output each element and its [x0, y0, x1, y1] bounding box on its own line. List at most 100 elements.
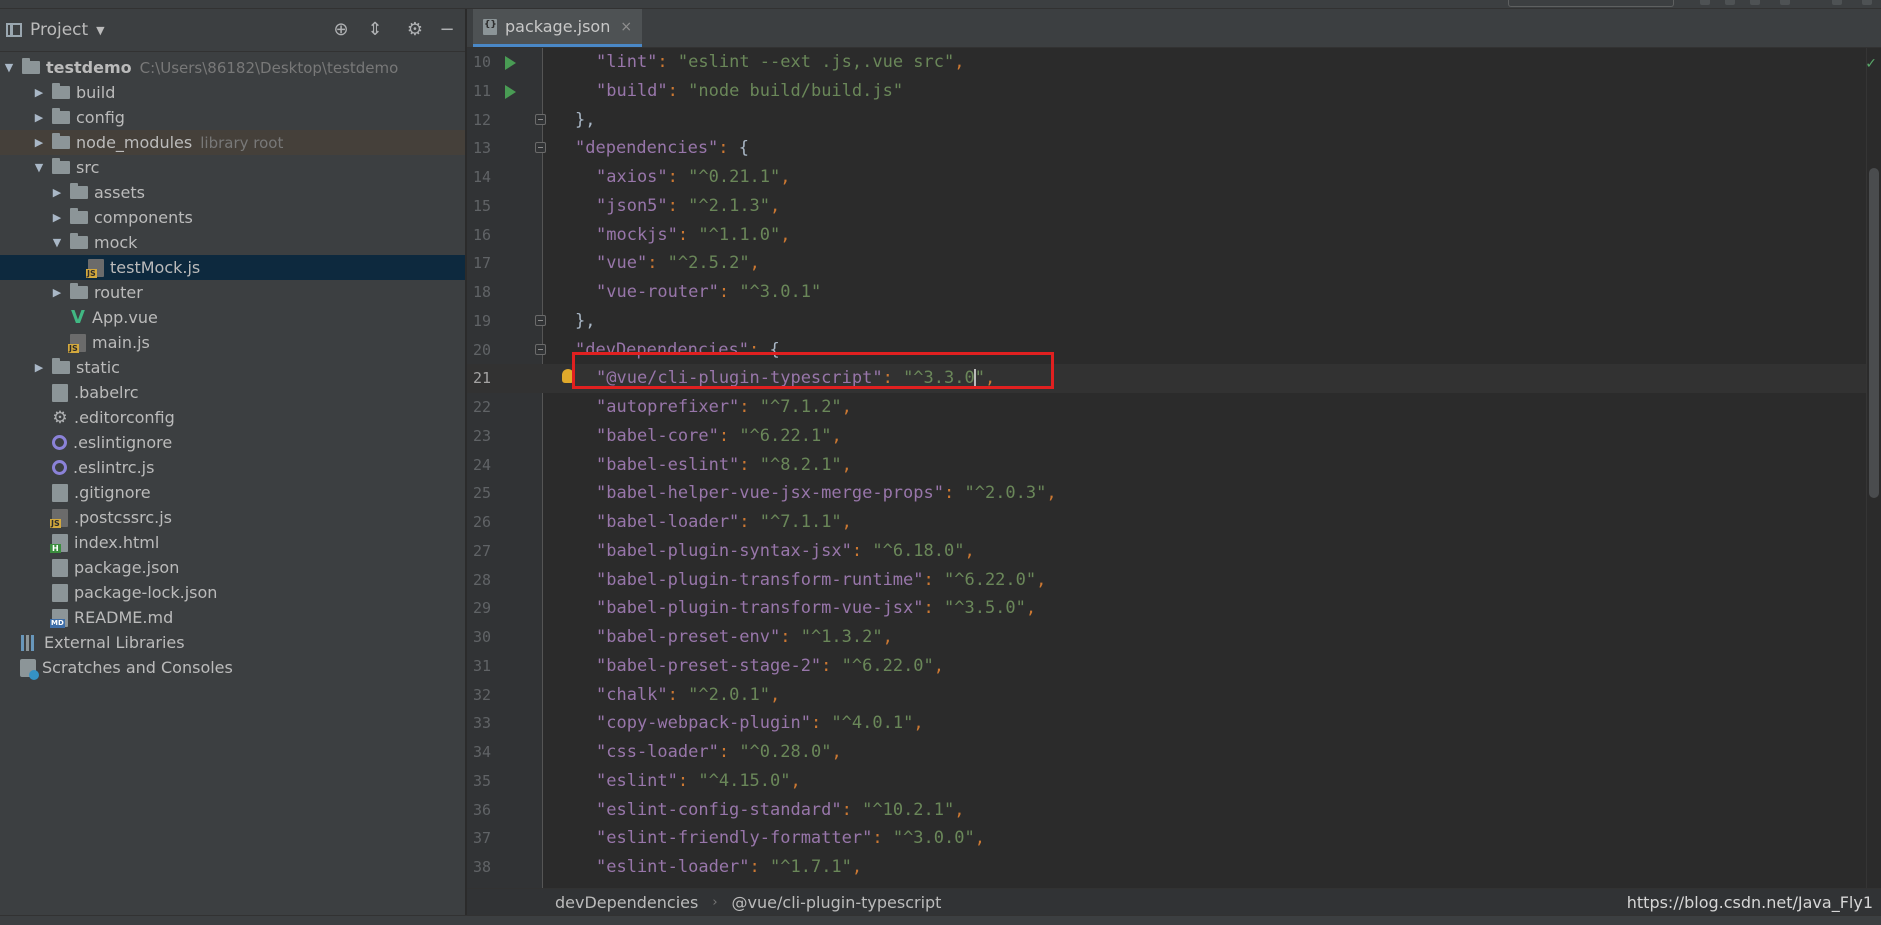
debug-icon[interactable] [1725, 0, 1735, 5]
line-number: 22 [472, 398, 491, 416]
code-line[interactable]: 19}, [467, 307, 1881, 336]
run-script-icon[interactable] [505, 56, 516, 70]
code-line[interactable]: 26 "babel-loader": "^7.1.1", [467, 508, 1881, 537]
code-line[interactable]: 24 "babel-eslint": "^8.2.1", [467, 451, 1881, 480]
tree-item[interactable]: ▶ router [0, 280, 465, 305]
tree-item[interactable]: ▶VApp.vue [0, 305, 465, 330]
breadcrumb-item[interactable]: devDependencies [555, 893, 698, 912]
code-line[interactable]: 36 "eslint-config-standard": "^10.2.1", [467, 796, 1881, 825]
tree-item-label: index.html [74, 533, 160, 552]
add-configuration-button[interactable] [1508, 0, 1674, 7]
json-key: "vue-router" [596, 282, 719, 302]
colon: : [780, 627, 801, 647]
eslint-file-icon [52, 435, 67, 450]
chevron-right-icon[interactable]: ▶ [32, 136, 46, 149]
js-file-icon [50, 508, 68, 528]
code-line[interactable]: 35 "eslint": "^4.15.0", [467, 767, 1881, 796]
tree-item[interactable]: ▶index.html [0, 530, 465, 555]
tree-item[interactable]: ▶testMock.js [0, 255, 465, 280]
tree-item[interactable]: ▼ mock [0, 230, 465, 255]
locate-icon[interactable]: ⊕ [330, 19, 352, 41]
fold-icon[interactable] [535, 142, 546, 154]
tab-package-json[interactable]: package.json × [473, 9, 643, 47]
close-icon[interactable]: × [620, 19, 632, 35]
tree-item[interactable]: ▼ testdemo C:\Users\86182\Desktop\testdemo [0, 55, 465, 80]
tree-item[interactable]: ▶⚙.editorconfig [0, 405, 465, 430]
colon: : [810, 713, 832, 734]
code-line[interactable]: 11 "build": "node build/build.js" [467, 77, 1881, 106]
code-line[interactable]: 34 "css-loader": "^0.28.0", [467, 738, 1881, 767]
chevron-right-icon[interactable]: ▶ [50, 186, 64, 199]
scrollbar-thumb[interactable] [1869, 168, 1879, 498]
code-line[interactable]: 38 "eslint-loader": "^1.7.1", [467, 853, 1881, 882]
fold-icon[interactable] [535, 314, 546, 326]
chevron-down-icon[interactable]: ▼ [96, 24, 104, 37]
code-line[interactable]: 15 "json5": "^2.1.3", [467, 192, 1881, 221]
tree-item[interactable]: ▼ src [0, 155, 465, 180]
run-icon[interactable] [1700, 0, 1710, 5]
tree-item-label: build [76, 83, 116, 102]
collapse-icon[interactable]: ⇕ [364, 19, 386, 41]
fold-icon[interactable] [535, 343, 546, 355]
run-script-icon[interactable] [505, 84, 516, 99]
settings-icon[interactable]: ⚙ [404, 19, 426, 41]
code-line[interactable]: 37 "eslint-friendly-formatter": "^3.0.0", [467, 824, 1881, 853]
json-key: "lint" [596, 52, 658, 72]
code-line[interactable]: 28 "babel-plugin-transform-runtime": "^6.… [467, 566, 1881, 595]
code-line[interactable]: 13 "dependencies": { [467, 134, 1881, 163]
code-line[interactable]: 32 "chalk": "^2.0.1", [467, 681, 1881, 710]
code-line[interactable]: 25 "babel-helper-vue-jsx-merge-props": "^… [467, 479, 1881, 508]
code-line[interactable]: 10 "lint": "eslint --ext .js,.vue src", [467, 48, 1881, 77]
tree-item[interactable]: ▶.postcssrc.js [0, 505, 465, 530]
breadcrumb-item[interactable]: @vue/cli-plugin-typescript [732, 893, 942, 912]
tree-item[interactable]: ▶Scratches and Consoles [0, 655, 465, 680]
chevron-right-icon[interactable]: ▶ [50, 211, 64, 224]
stop-icon[interactable] [1780, 0, 1790, 5]
fold-icon[interactable] [535, 113, 546, 125]
chevron-right-icon[interactable]: ▶ [32, 361, 46, 374]
project-panel-title[interactable]: Project [30, 20, 88, 40]
code-line[interactable]: 22 "autoprefixer": "^7.1.2", [467, 393, 1881, 422]
code-line[interactable]: 18 "vue-router": "^3.0.1" [467, 278, 1881, 307]
chevron-right-icon[interactable]: ▶ [32, 86, 46, 99]
tree-item[interactable]: ▶External Libraries [0, 630, 465, 655]
line-number: 26 [472, 513, 491, 531]
code-line[interactable]: 27 "babel-plugin-syntax-jsx": "^6.18.0", [467, 537, 1881, 566]
project-structure-icon[interactable] [1832, 0, 1842, 5]
hide-icon[interactable]: − [436, 19, 458, 41]
folder-icon [52, 83, 70, 99]
code-line[interactable]: 31 "babel-preset-stage-2": "^6.22.0", [467, 652, 1881, 681]
code-line[interactable]: 14 "axios": "^0.21.1", [467, 163, 1881, 192]
tree-item[interactable]: ▶package-lock.json [0, 580, 465, 605]
search-everywhere-icon[interactable] [1862, 0, 1872, 5]
code-line[interactable]: 12}, [467, 106, 1881, 135]
chevron-right-icon[interactable]: ▶ [50, 286, 64, 299]
tree-item[interactable]: ▶.babelrc [0, 380, 465, 405]
tree-item[interactable]: ▶.eslintignore [0, 430, 465, 455]
tree-item[interactable]: ▶ components [0, 205, 465, 230]
tree-item[interactable]: ▶ build [0, 80, 465, 105]
chevron-down-icon[interactable]: ▼ [2, 61, 16, 74]
tree-item[interactable]: ▶ config [0, 105, 465, 130]
tree-item[interactable]: ▶.gitignore [0, 480, 465, 505]
folder-icon [70, 208, 88, 224]
code-line[interactable]: 17 "vue": "^2.5.2", [467, 249, 1881, 278]
code-line[interactable]: 30 "babel-preset-env": "^1.3.2", [467, 623, 1881, 652]
code-line[interactable]: 23 "babel-core": "^6.22.1", [467, 422, 1881, 451]
code-line[interactable]: 33 "copy-webpack-plugin": "^4.0.1", [467, 709, 1881, 738]
code-line[interactable]: 16 "mockjs": "^1.1.0", [467, 221, 1881, 250]
tree-item[interactable]: ▶ node_modules library root [0, 130, 465, 155]
code-line[interactable]: 29 "babel-plugin-transform-vue-jsx": "^3.… [467, 594, 1881, 623]
tree-item[interactable]: ▶ static [0, 355, 465, 380]
chevron-down-icon[interactable]: ▼ [50, 236, 64, 249]
tree-item[interactable]: ▶package.json [0, 555, 465, 580]
editor-scrollbar[interactable] [1866, 48, 1881, 888]
coverage-icon[interactable] [1750, 0, 1760, 5]
chevron-down-icon[interactable]: ▼ [32, 161, 46, 174]
tree-item[interactable]: ▶ assets [0, 180, 465, 205]
tree-item[interactable]: ▶.eslintrc.js [0, 455, 465, 480]
tree-item[interactable]: ▶main.js [0, 330, 465, 355]
chevron-right-icon[interactable]: ▶ [32, 111, 46, 124]
line-number: 12 [472, 110, 491, 129]
tree-item[interactable]: ▶README.md [0, 605, 465, 630]
